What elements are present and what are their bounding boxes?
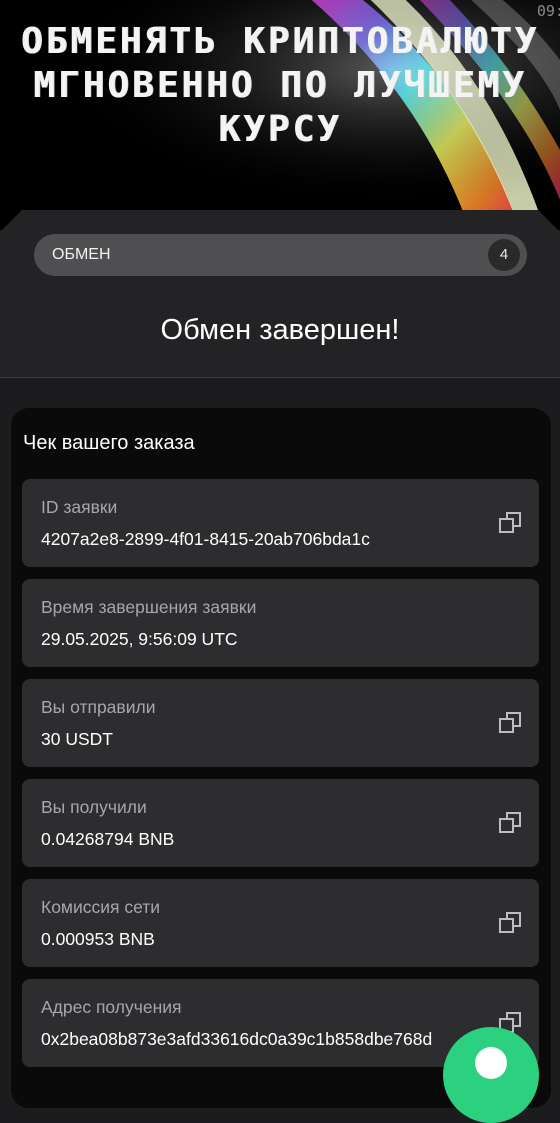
exchange-stepper: ОБМЕН 4: [34, 234, 527, 276]
copy-icon[interactable]: [499, 812, 521, 834]
row-value: 29.05.2025, 9:56:09 UTC: [41, 629, 238, 649]
order-receipt: Чек вашего заказа ID заявки 4207a2e8-289…: [11, 408, 551, 1108]
row-label: Вы получили: [41, 797, 147, 817]
copy-icon[interactable]: [499, 912, 521, 934]
chat-icon: [475, 1047, 507, 1079]
row-label: ID заявки: [41, 497, 118, 517]
row-value: 0.000953 BNB: [41, 929, 155, 949]
stepper-step-number: 4: [488, 239, 520, 271]
receipt-row-received: Вы получили 0.04268794 BNB: [22, 779, 539, 867]
divider: [0, 377, 560, 378]
row-value: 0.04268794 BNB: [41, 829, 175, 849]
copy-icon[interactable]: [499, 712, 521, 734]
receipt-row-network-fee: Комиссия сети 0.000953 BNB: [22, 879, 539, 967]
row-label: Комиссия сети: [41, 897, 161, 917]
stepper-label: ОБМЕН: [52, 246, 111, 263]
row-value: 4207a2e8-2899-4f01-8415-20ab706bda1c: [41, 529, 370, 549]
receipt-row-sent: Вы отправили 30 USDT: [22, 679, 539, 767]
receipt-row-completion-time: Время завершения заявки 29.05.2025, 9:56…: [22, 579, 539, 667]
support-chat-button[interactable]: [443, 1027, 539, 1123]
copy-icon[interactable]: [499, 512, 521, 534]
receipt-title: Чек вашего заказа: [23, 432, 195, 454]
hero-title: ОБМЕНЯТЬ КРИПТОВАЛЮТУ МГНОВЕННО ПО ЛУЧШЕ…: [20, 21, 540, 150]
status-bar-time: 09:: [536, 2, 560, 20]
hero-banner: 09: ОБМЕНЯТЬ КРИПТОВАЛЮТУ МГНОВЕННО ПО Л…: [0, 0, 560, 230]
receipt-row-order-id: ID заявки 4207a2e8-2899-4f01-8415-20ab70…: [22, 479, 539, 567]
row-value: 0x2bea08b873e3afd33616dc0a39c1b858dbe768…: [41, 1029, 433, 1049]
row-label: Вы отправили: [41, 697, 156, 717]
row-label: Адрес получения: [41, 997, 182, 1017]
row-label: Время завершения заявки: [41, 597, 257, 617]
exchange-complete-title: Обмен завершен!: [160, 314, 400, 346]
row-value: 30 USDT: [41, 729, 113, 749]
